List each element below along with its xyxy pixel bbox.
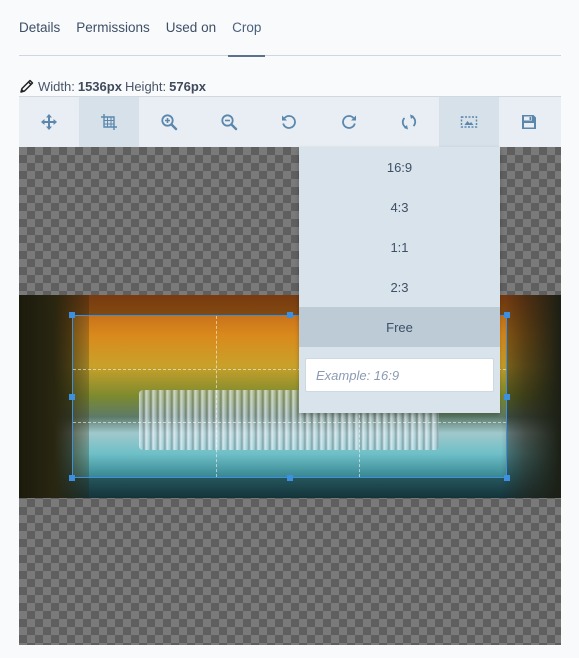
aspect-option-4-3[interactable]: 4:3 <box>299 187 500 227</box>
tab-used-on[interactable]: Used on <box>166 0 216 56</box>
crop-handle-s[interactable] <box>286 475 293 481</box>
save-icon <box>522 115 536 129</box>
zoom-out-button[interactable] <box>199 97 259 147</box>
tab-bar: Details Permissions Used on Crop <box>19 0 561 57</box>
move-arrows-icon <box>41 114 57 130</box>
tab-details[interactable]: Details <box>19 0 60 56</box>
tab-permissions[interactable]: Permissions <box>76 0 150 56</box>
crop-handle-se[interactable] <box>504 475 510 481</box>
zoom-in-icon <box>161 114 178 131</box>
crop-handle-ne[interactable] <box>504 312 510 318</box>
rotate-right-icon <box>342 115 356 129</box>
aspect-ratio-dropdown: 16:9 4:3 1:1 2:3 Free <box>299 147 500 413</box>
aspect-option-2-3[interactable]: 2:3 <box>299 267 500 307</box>
aspect-option-16-9[interactable]: 16:9 <box>299 147 500 187</box>
crop-handle-nw[interactable] <box>69 312 75 318</box>
width-value: 1536px <box>77 78 122 94</box>
rotate-right-button[interactable] <box>319 97 379 147</box>
height-value: 576px <box>169 78 207 94</box>
crop-button[interactable] <box>79 97 139 147</box>
rotate-left-icon <box>282 115 296 129</box>
aspect-option-1-1[interactable]: 1:1 <box>299 227 500 267</box>
reset-icon <box>401 114 417 130</box>
save-button[interactable] <box>499 97 559 147</box>
crop-handle-n[interactable] <box>286 312 293 318</box>
crop-toolbar <box>19 96 561 147</box>
rotate-left-button[interactable] <box>259 97 319 147</box>
crop-handle-w[interactable] <box>69 393 75 400</box>
move-button[interactable] <box>19 97 79 147</box>
aspect-ratio-icon <box>460 116 478 128</box>
image-dimensions: Width: 1536px Height: 576px <box>19 78 206 94</box>
height-label: Height: <box>124 78 167 94</box>
zoom-in-button[interactable] <box>139 97 199 147</box>
custom-aspect-input[interactable] <box>305 358 494 392</box>
crop-handle-sw[interactable] <box>69 475 75 481</box>
tab-crop[interactable]: Crop <box>228 0 266 57</box>
crop-handle-e[interactable] <box>504 393 510 400</box>
crop-icon <box>101 114 117 130</box>
pencil-icon <box>19 78 35 94</box>
reset-button[interactable] <box>379 97 439 147</box>
width-label: Width: <box>38 78 75 94</box>
aspect-option-free[interactable]: Free <box>299 307 500 347</box>
zoom-out-icon <box>221 114 238 131</box>
aspect-ratio-button[interactable] <box>439 97 499 147</box>
